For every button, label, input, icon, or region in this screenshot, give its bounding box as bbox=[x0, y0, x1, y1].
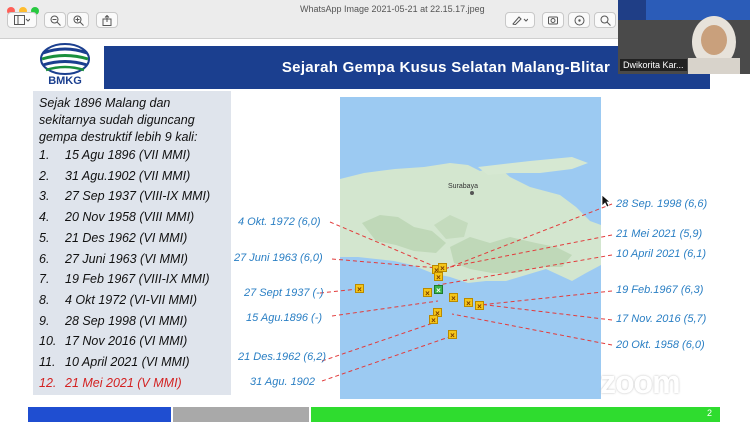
epicenter-marker-latest: × bbox=[434, 285, 443, 295]
share-button[interactable] bbox=[96, 12, 118, 28]
callout-label: 17 Nov. 2016 (5,7) bbox=[616, 313, 707, 325]
footer-bar-green bbox=[311, 407, 720, 422]
edit-image-button[interactable] bbox=[542, 12, 564, 28]
callout-label: 15 Agu.1896 (-) bbox=[246, 312, 323, 324]
rotate-button[interactable] bbox=[568, 12, 590, 28]
mouse-cursor-icon bbox=[601, 194, 611, 208]
share-icon bbox=[102, 14, 112, 26]
footer-bar-blue bbox=[28, 407, 171, 422]
crop-icon bbox=[547, 16, 558, 24]
callout-label: 21 Mei 2021 (5,9) bbox=[616, 228, 703, 240]
zoom-in-button[interactable] bbox=[67, 12, 89, 28]
callout-label: 27 Juni 1963 (6,0) bbox=[234, 252, 323, 264]
callout-label: 27 Sept 1937 (-) bbox=[244, 287, 324, 299]
zoom-in-icon bbox=[73, 15, 84, 26]
epicenter-marker: × bbox=[438, 263, 447, 273]
presentation-slide: BMKG Sejarah Gempa Kusus Selatan Malang-… bbox=[0, 39, 750, 422]
markup-button[interactable] bbox=[505, 12, 535, 28]
participant-video[interactable]: Dwikorita Kar... bbox=[618, 0, 750, 74]
callout-label: 31 Agu. 1902 bbox=[250, 376, 316, 388]
participant-name: Dwikorita Kar... bbox=[620, 59, 687, 71]
callout-label: 4 Okt. 1972 (6,0) bbox=[238, 216, 321, 228]
callout-label: 28 Sep. 1998 (6,6) bbox=[616, 198, 708, 210]
search-button[interactable] bbox=[594, 12, 616, 28]
search-icon bbox=[600, 15, 611, 26]
epicenter-marker: × bbox=[434, 272, 443, 282]
rotate-icon bbox=[574, 15, 584, 25]
preview-toolbar: WhatsApp Image 2021-05-21 at 22.15.17.jp… bbox=[0, 0, 618, 39]
footer-bar-gray bbox=[173, 407, 309, 422]
epicenter-marker: × bbox=[464, 298, 473, 308]
markup-icon bbox=[512, 16, 528, 25]
epicenter-marker: × bbox=[355, 284, 364, 294]
epicenter-marker: × bbox=[429, 315, 438, 325]
callout-label: 10 April 2021 (6,1) bbox=[616, 248, 707, 260]
epicenter-marker: × bbox=[448, 330, 457, 340]
zoom-out-icon bbox=[50, 15, 61, 26]
sidebar-toggle-button[interactable] bbox=[7, 12, 37, 28]
callout-label: 20 Okt. 1958 (6,0) bbox=[616, 339, 705, 351]
window-title: WhatsApp Image 2021-05-21 at 22.15.17.jp… bbox=[300, 4, 485, 14]
callout-label: 19 Feb.1967 (6,3) bbox=[616, 284, 704, 296]
epicenter-marker: × bbox=[423, 288, 432, 298]
zoom-watermark: zoom bbox=[600, 364, 681, 400]
slide-page-number: 2 bbox=[706, 408, 712, 418]
callout-label: 21 Des.1962 (6,2) bbox=[238, 351, 327, 363]
sidebar-icon bbox=[14, 15, 30, 25]
zoom-out-button[interactable] bbox=[44, 12, 66, 28]
epicenter-marker: × bbox=[475, 301, 484, 311]
epicenter-marker: × bbox=[449, 293, 458, 303]
